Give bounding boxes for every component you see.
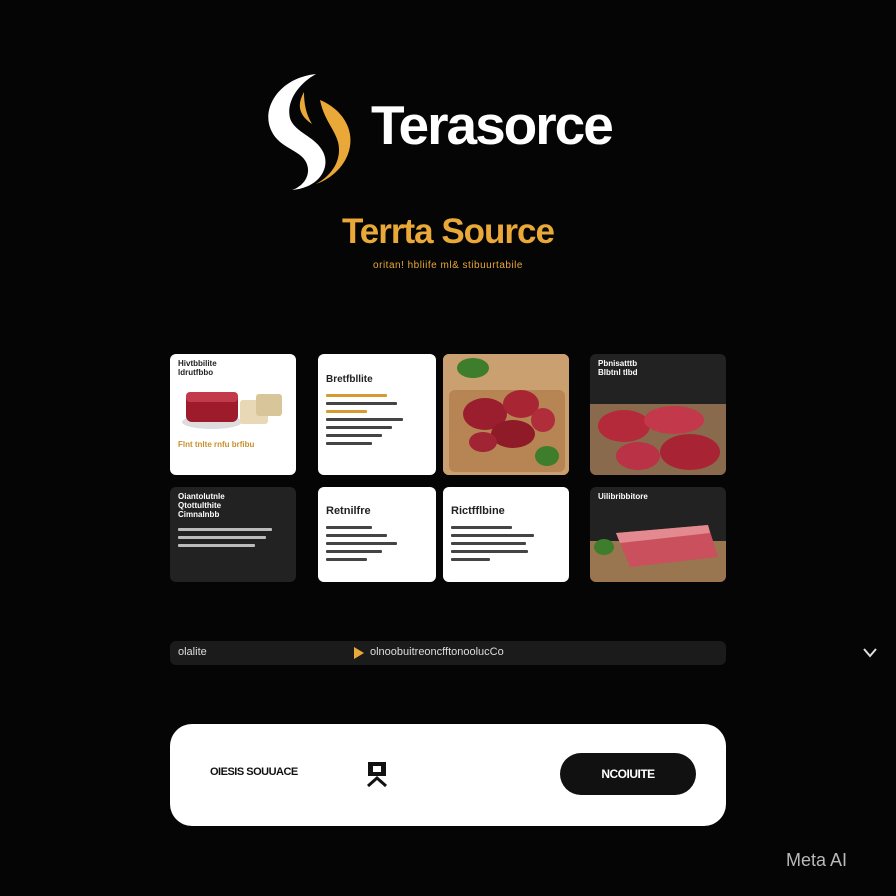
swirl-logo-icon xyxy=(268,74,351,190)
raw-beef-icon xyxy=(590,404,726,475)
bookmark-icon[interactable] xyxy=(366,760,388,790)
play-icon[interactable] xyxy=(354,647,364,659)
card-title: Uilibribbitore xyxy=(598,492,648,501)
continue-button[interactable]: NCOIUITE xyxy=(560,753,696,795)
card-product-2[interactable]: Bretfbllite xyxy=(318,354,436,475)
panel-label: OIESIS SOUUACE xyxy=(210,766,298,778)
brand-name: Terasorce xyxy=(371,94,614,156)
chevron-down-icon[interactable] xyxy=(862,645,878,659)
card-caption: Flnt tnlte rnfu brfibu xyxy=(178,439,255,449)
dropdown-value: olnoobuitreoncfftonoolucCo xyxy=(370,646,504,658)
card-title: Bretfbllite xyxy=(326,374,373,385)
card-product-4[interactable]: Pbnisatttb Blbtnl tlbd xyxy=(590,354,726,475)
meat-board-icon xyxy=(443,354,569,475)
brand-logo: Terasorce xyxy=(258,70,638,198)
card-product-6[interactable]: Retnilfre xyxy=(318,487,436,582)
card-title: Pbnisatttb Blbtnl tlbd xyxy=(598,359,638,377)
card-product-5[interactable]: Oiantolutnle Qtottulthite Cimnalnbb xyxy=(170,487,296,582)
card-product-8[interactable]: Uilibribbitore xyxy=(590,487,726,582)
dropdown-label: olalite xyxy=(178,646,207,658)
card-title: Rictfflbine xyxy=(451,505,505,517)
beef-cube-icon xyxy=(182,391,282,429)
card-product-1[interactable]: Hivtbbilite ldrutfbbo Flnt tnlte rnfu br… xyxy=(170,354,296,475)
card-product-3[interactable] xyxy=(443,354,569,475)
card-title: Hivtbbilite ldrutfbbo xyxy=(178,359,217,377)
card-title: Retnilfre xyxy=(326,505,371,517)
card-title: Oiantolutnle Qtottulthite Cimnalnbb xyxy=(178,492,225,519)
source-panel: OIESIS SOUUACE NCOIUITE xyxy=(170,724,726,826)
watermark: Meta AI xyxy=(786,850,848,870)
steak-board-icon xyxy=(590,525,726,582)
brand-subtitle: Terrta Source xyxy=(342,212,555,251)
source-dropdown[interactable]: olalite olnoobuitreoncfftonoolucCo xyxy=(170,641,877,665)
brand-tagline: oritan! hbliife ml& stibuurtabile xyxy=(373,260,523,271)
card-product-7[interactable]: Rictfflbine xyxy=(443,487,569,582)
